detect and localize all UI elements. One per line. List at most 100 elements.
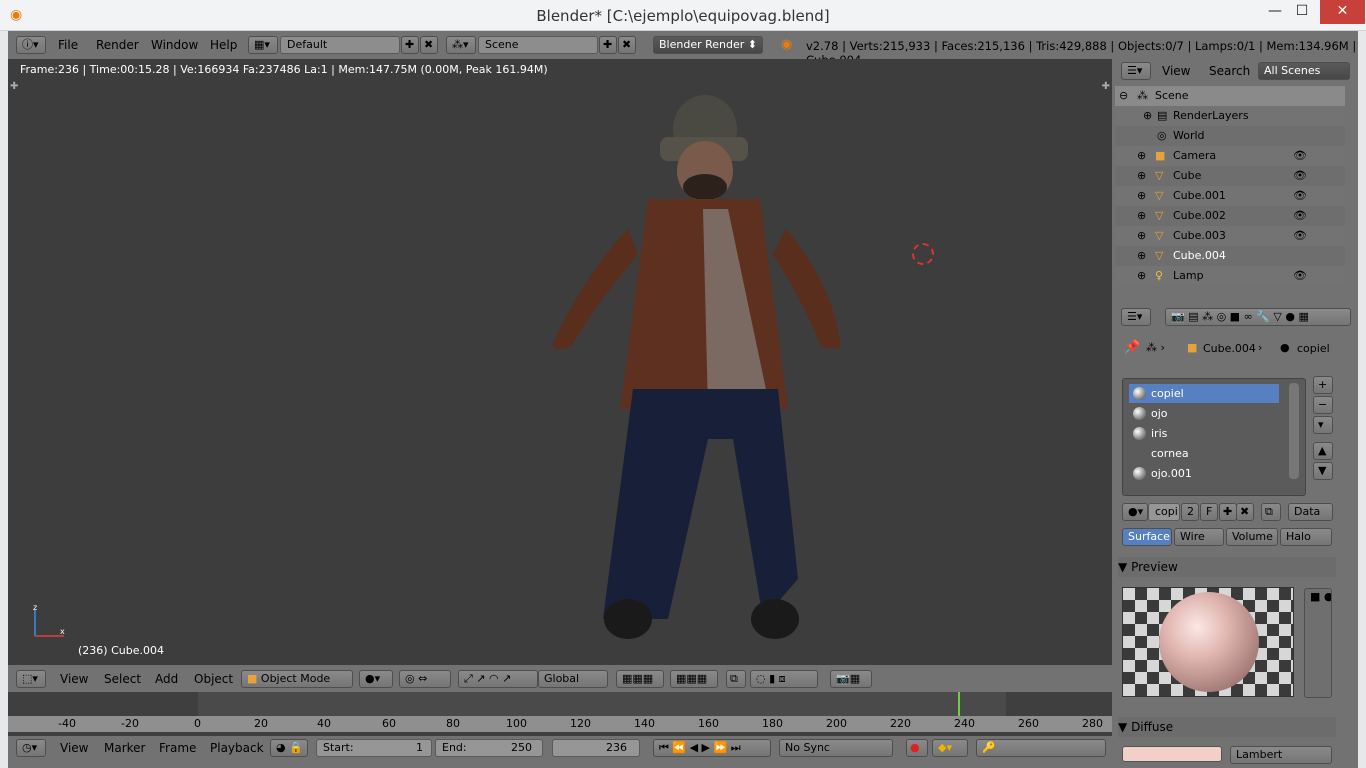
tab-surface[interactable]: Surface: [1122, 528, 1172, 546]
eye-icon[interactable]: 👁: [1293, 186, 1307, 206]
eye-icon[interactable]: 👁: [1293, 266, 1307, 286]
expand-icon[interactable]: ⊕: [1137, 246, 1146, 266]
move-slot-up-icon[interactable]: ▲: [1313, 442, 1333, 460]
expand-icon[interactable]: ⊕: [1137, 266, 1146, 286]
expand-icon[interactable]: ⊕: [1137, 226, 1146, 246]
outliner-row-cube002[interactable]: ⊕ ▽ Cube.002 👁: [1115, 206, 1345, 226]
properties-context-tabs[interactable]: 📷 ▤ ⁂ ◎ ■ ∞ 🔧 ▽ ● ▦: [1165, 308, 1351, 326]
menu-object[interactable]: Object: [194, 672, 233, 686]
fake-user-button[interactable]: F: [1200, 503, 1218, 521]
unlink-material-icon[interactable]: ✖: [1236, 503, 1254, 521]
lock-layers-icon[interactable]: ⧉: [726, 670, 746, 688]
character-model[interactable]: [8, 59, 1112, 665]
collapse-icon[interactable]: ⊖: [1119, 86, 1128, 106]
tab-halo[interactable]: Halo: [1280, 528, 1332, 546]
add-slot-icon[interactable]: +: [1313, 376, 1333, 394]
layers-grid-icon-2[interactable]: ▦▦▦: [670, 670, 718, 688]
outliner-tree[interactable]: ⊖ ⁂ Scene ⊕ ▤ RenderLayers ◎ World ⊕ ■ Camera 👁 …: [1115, 86, 1345, 286]
preview-shape-selector[interactable]: ■ ● ◆ ⚘ ∿ ◐: [1304, 588, 1332, 698]
new-material-icon[interactable]: ✚: [1219, 503, 1237, 521]
expand-icon[interactable]: ⊕: [1137, 186, 1146, 206]
menu-help[interactable]: Help: [210, 38, 237, 52]
minimize-button[interactable]: —: [1260, 0, 1290, 24]
orientation-select[interactable]: Global: [538, 670, 608, 688]
maximize-button[interactable]: ☐: [1287, 0, 1317, 24]
outliner-row-camera[interactable]: ⊕ ■ Camera 👁: [1115, 146, 1345, 166]
expand-icon[interactable]: ⊕: [1137, 206, 1146, 226]
eye-icon[interactable]: 👁: [1293, 206, 1307, 226]
remove-slot-icon[interactable]: −: [1313, 396, 1333, 414]
move-slot-down-icon[interactable]: ▼: [1313, 462, 1333, 480]
material-users-button[interactable]: 2: [1181, 503, 1199, 521]
diffuse-panel-header[interactable]: ▼ Diffuse: [1118, 717, 1336, 737]
material-slot[interactable]: ojo: [1129, 404, 1279, 423]
add-layout-icon[interactable]: ✚: [401, 36, 419, 54]
diffuse-color-swatch[interactable]: [1122, 746, 1222, 762]
record-icon[interactable]: ●: [906, 739, 928, 757]
material-name-field[interactable]: copi: [1148, 503, 1180, 521]
remove-scene-icon[interactable]: ✖: [618, 36, 636, 54]
tab-volume[interactable]: Volume: [1226, 528, 1278, 546]
outliner-row-cube003[interactable]: ⊕ ▽ Cube.003 👁: [1115, 226, 1345, 246]
timeline-ruler[interactable]: -40 -20 0 20 40 60 80 100 120 140 160 18…: [8, 716, 1112, 732]
tab-wire[interactable]: Wire: [1174, 528, 1224, 546]
outliner-row-cube004[interactable]: ⊕ ▽ Cube.004: [1115, 246, 1345, 266]
menu-marker[interactable]: Marker: [104, 741, 145, 755]
menu-frame[interactable]: Frame: [159, 741, 196, 755]
material-slot[interactable]: ojo.001: [1129, 464, 1279, 483]
editor-type-icon[interactable]: ⓘ▾: [16, 36, 46, 54]
material-list-scrollbar[interactable]: [1289, 383, 1299, 479]
outliner-row-renderlayers[interactable]: ⊕ ▤ RenderLayers: [1115, 106, 1345, 126]
viewport-shading-icon[interactable]: ●▾: [359, 670, 393, 688]
outliner-row-world[interactable]: ◎ World: [1115, 126, 1345, 146]
eye-icon[interactable]: 👁: [1293, 166, 1307, 186]
slot-specials-icon[interactable]: ▾: [1313, 416, 1333, 434]
scene-field[interactable]: Scene: [478, 36, 598, 54]
material-slot[interactable]: copiel: [1129, 384, 1279, 403]
menu-view[interactable]: View: [60, 672, 88, 686]
preview-panel-header[interactable]: ▼ Preview: [1118, 557, 1336, 577]
layout-icon[interactable]: ▦▾: [248, 36, 278, 54]
eye-icon[interactable]: 👁: [1293, 226, 1307, 246]
properties-editor-type-icon[interactable]: ☰▾: [1121, 308, 1151, 326]
manipulator-icons[interactable]: ⤢ ↗ ◠ ↗: [458, 670, 538, 688]
outliner-row-lamp[interactable]: ⊕ ♀ Lamp 👁: [1115, 266, 1345, 286]
end-frame-field[interactable]: End: 250: [435, 739, 543, 757]
menu-add[interactable]: Add: [155, 672, 178, 686]
menu-file[interactable]: File: [58, 38, 78, 52]
material-slot-list[interactable]: copiel ojo iris cornea ojo.001: [1122, 378, 1306, 496]
pivot-point-icon[interactable]: ◎ ⇔: [399, 670, 451, 688]
scene-icon[interactable]: ⁂▾: [446, 36, 476, 54]
3d-editor-type-icon[interactable]: ⬚▾: [16, 670, 46, 688]
node-icon[interactable]: ⧉: [1261, 503, 1281, 521]
expand-icon[interactable]: ⊕: [1143, 106, 1152, 126]
3d-cursor-icon[interactable]: [912, 243, 934, 265]
mode-select[interactable]: ■ Object Mode: [241, 670, 353, 688]
current-frame-marker[interactable]: [958, 692, 960, 716]
link-select[interactable]: Data: [1288, 503, 1333, 521]
3d-viewport[interactable]: Frame:236 | Time:00:15.28 | Ve:166934 Fa…: [8, 59, 1112, 665]
menu-render[interactable]: Render: [96, 38, 139, 52]
snap-icons[interactable]: ◌ ▮ ⧈: [750, 670, 818, 688]
menu-playback[interactable]: Playback: [210, 741, 264, 755]
start-frame-field[interactable]: Start: 1: [316, 739, 432, 757]
layers-grid-icon[interactable]: ▦▦▦: [616, 670, 664, 688]
menu-search[interactable]: Search: [1209, 64, 1250, 78]
render-engine-select[interactable]: Blender Render ⬍: [653, 36, 763, 54]
expand-icon[interactable]: ⊕: [1137, 166, 1146, 186]
outliner-row-cube[interactable]: ⊕ ▽ Cube 👁: [1115, 166, 1345, 186]
outliner-filter-select[interactable]: All Scenes: [1258, 62, 1350, 80]
keying-set-field[interactable]: 🔑: [976, 739, 1106, 757]
menu-window[interactable]: Window: [151, 38, 198, 52]
sync-select[interactable]: No Sync: [779, 739, 893, 757]
current-frame-field[interactable]: 236: [552, 739, 640, 757]
browse-material-icon[interactable]: ●▾: [1122, 503, 1148, 521]
playback-controls[interactable]: ⏮ ⏪ ◀ ▶ ⏩ ⏭: [653, 739, 771, 757]
keying-icon[interactable]: ◆▾: [932, 739, 968, 757]
expand-icon[interactable]: ⊕: [1137, 146, 1146, 166]
pin-icon[interactable]: 📌: [1124, 340, 1140, 355]
menu-select[interactable]: Select: [104, 672, 141, 686]
add-scene-icon[interactable]: ✚: [599, 36, 617, 54]
remove-layout-icon[interactable]: ✖: [420, 36, 438, 54]
menu-view[interactable]: View: [60, 741, 88, 755]
